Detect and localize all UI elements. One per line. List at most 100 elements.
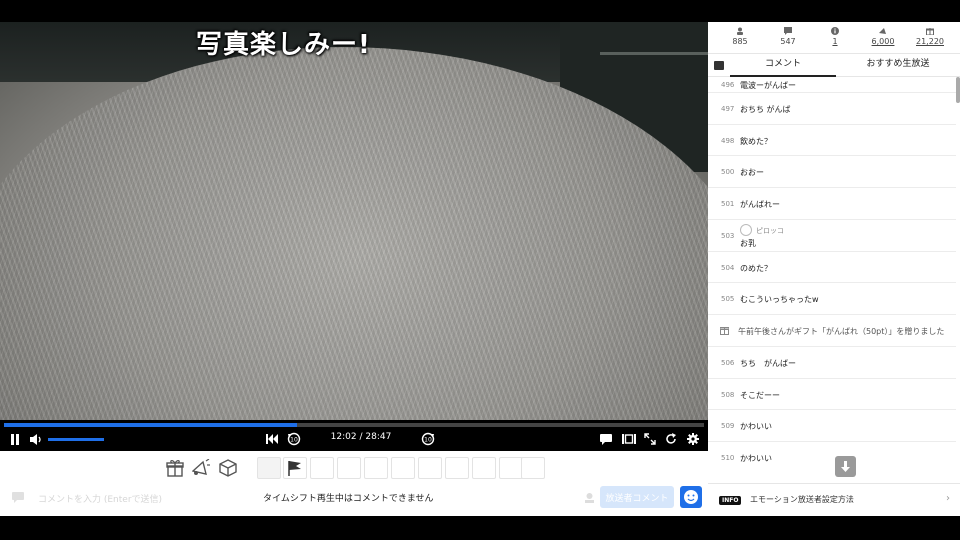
item-slot[interactable] [391,457,415,479]
item-slot[interactable] [499,457,523,479]
scroll-to-latest-button[interactable] [835,456,856,477]
player-controls: 10 12:02 / 28:47 10 [0,427,708,451]
stat-viewers: 885 [715,27,765,46]
item-slot[interactable] [472,457,496,479]
comment-text: がんばれー [740,200,780,209]
panel-toggle-icon[interactable] [714,61,724,70]
comment-row[interactable]: 498 飲めた？ [708,125,956,156]
comment-row[interactable]: 509 かわいい [708,410,956,442]
comment-scrollbar[interactable] [956,77,960,103]
comment-number: 501 [721,200,735,208]
gift-icon[interactable] [166,459,184,477]
rewind-10-icon[interactable]: 10 [286,431,302,447]
comment-text: そこだーー [740,391,780,400]
stats-bar: 885 547 1 6,000 21,220 [708,22,960,52]
stat-comments: 547 [763,27,813,46]
comment-text: かわいい [740,454,772,463]
comment-text: のめた？ [740,264,772,273]
volume-icon[interactable] [29,431,43,447]
svg-text:10: 10 [424,437,432,444]
info-count[interactable]: 1 [832,37,837,46]
volume-slider[interactable] [48,438,104,441]
comment-text: ちち がんばー [740,359,796,368]
tab-recommended[interactable]: おすすめ生放送 [836,54,960,77]
stat-ad-points[interactable]: 6,000 [858,27,908,46]
advertise-points-icon [879,28,886,34]
comment-row[interactable]: 501 がんばれー [708,188,956,220]
comment-count: 547 [780,37,796,46]
comment-row[interactable]: 510 かわいい [708,442,956,474]
gift-icon [720,327,729,335]
gift-points[interactable]: 21,220 [916,37,944,46]
tab-comments[interactable]: コメント [730,54,836,77]
info-bar[interactable]: INFO エモーション放送者設定方法 › [708,483,960,516]
gift-notice-row[interactable]: 午前午後さんがギフト「がんばれ（50pt）」を贈りました [708,315,956,347]
comment-number: 500 [721,168,735,176]
broadcaster-icon [585,493,594,503]
forward-10-icon[interactable]: 10 [420,431,436,447]
commenter-name[interactable]: ピロッコ [756,226,784,236]
comment-number: 503 [721,232,735,240]
comment-row[interactable]: 503 ピロッコ お乳 [708,220,956,252]
box-icon[interactable] [219,459,237,477]
ad-points[interactable]: 6,000 [872,37,895,46]
comment-input[interactable]: コメントを入力 (Enterで送信) [38,492,162,505]
comment-icon[interactable] [599,431,613,447]
item-slot[interactable] [418,457,442,479]
comment-number: 506 [721,359,735,367]
stat-info[interactable]: 1 [810,27,860,46]
chevron-right-icon[interactable]: › [946,493,950,504]
comment-row[interactable]: 508 そこだーー [708,379,956,410]
timeshift-notice: タイムシフト再生中はコメントできません [263,494,434,504]
item-slot[interactable] [445,457,469,479]
stat-gift-points[interactable]: 21,220 [905,27,955,46]
comment-number: 497 [721,105,735,113]
item-slot[interactable] [521,457,545,479]
emotion-button[interactable] [680,486,702,508]
video-overlay-comment: 写真楽しみー! [196,30,371,60]
gift-points-icon [926,28,934,35]
gear-icon[interactable] [686,431,700,447]
comment-number: 496 [721,81,735,89]
broadcaster-comment-button[interactable]: 放送者コメント [600,486,674,508]
item-slot[interactable] [310,457,334,479]
comment-count-icon [784,27,792,35]
app-window: 写真楽しみー! 10 12:02 / 28:47 10 コメントを入力 (Ent… [0,0,960,540]
comment-row[interactable]: 497 おちち がんば [708,93,956,125]
item-slot-flag[interactable] [283,457,307,479]
skip-to-start-icon[interactable] [265,431,279,447]
fullscreen-icon[interactable] [643,431,657,447]
comment-number: 498 [721,137,735,145]
comment-number: 505 [721,295,735,303]
comment-text: 電波ーがんばー [740,81,796,90]
side-panel: 885 547 1 6,000 21,220 コメント おすすめ生放送 496 … [708,22,960,516]
comment-text: かわいい [740,422,772,431]
theater-mode-icon[interactable] [621,431,637,447]
comment-row[interactable]: 504 のめた？ [708,252,956,283]
viewer-count: 885 [732,37,748,46]
comment-row[interactable]: 500 おおー [708,156,956,188]
flag-icon [288,461,301,476]
avatar[interactable] [740,224,752,236]
comment-number: 510 [721,454,735,462]
arrow-down-icon [841,461,850,472]
reload-icon[interactable] [664,431,678,447]
comment-text: おちち がんば [740,105,791,114]
item-slot[interactable] [337,457,361,479]
advertise-icon[interactable] [192,459,210,477]
comment-text: 飲めた？ [740,137,772,146]
pause-icon[interactable] [8,431,22,447]
comment-row[interactable]: 496 電波ーがんばー [708,77,956,93]
gift-toolbar [0,451,708,483]
video-player[interactable]: 写真楽しみー! [0,22,708,420]
comment-row[interactable]: 505 むこういっちゃったw [708,283,956,315]
panel-tabs: コメント おすすめ生放送 [708,53,960,77]
item-slot[interactable] [257,457,281,479]
comment-number: 508 [721,391,735,399]
item-slot[interactable] [364,457,388,479]
comment-input-icon [12,492,24,503]
info-text[interactable]: エモーション放送者設定方法 [750,494,854,505]
comment-number: 509 [721,422,735,430]
comment-row[interactable]: 506 ちち がんばー [708,347,956,379]
comment-list[interactable]: 496 電波ーがんばー 497 おちち がんば 498 飲めた？ 500 おおー… [708,77,960,483]
